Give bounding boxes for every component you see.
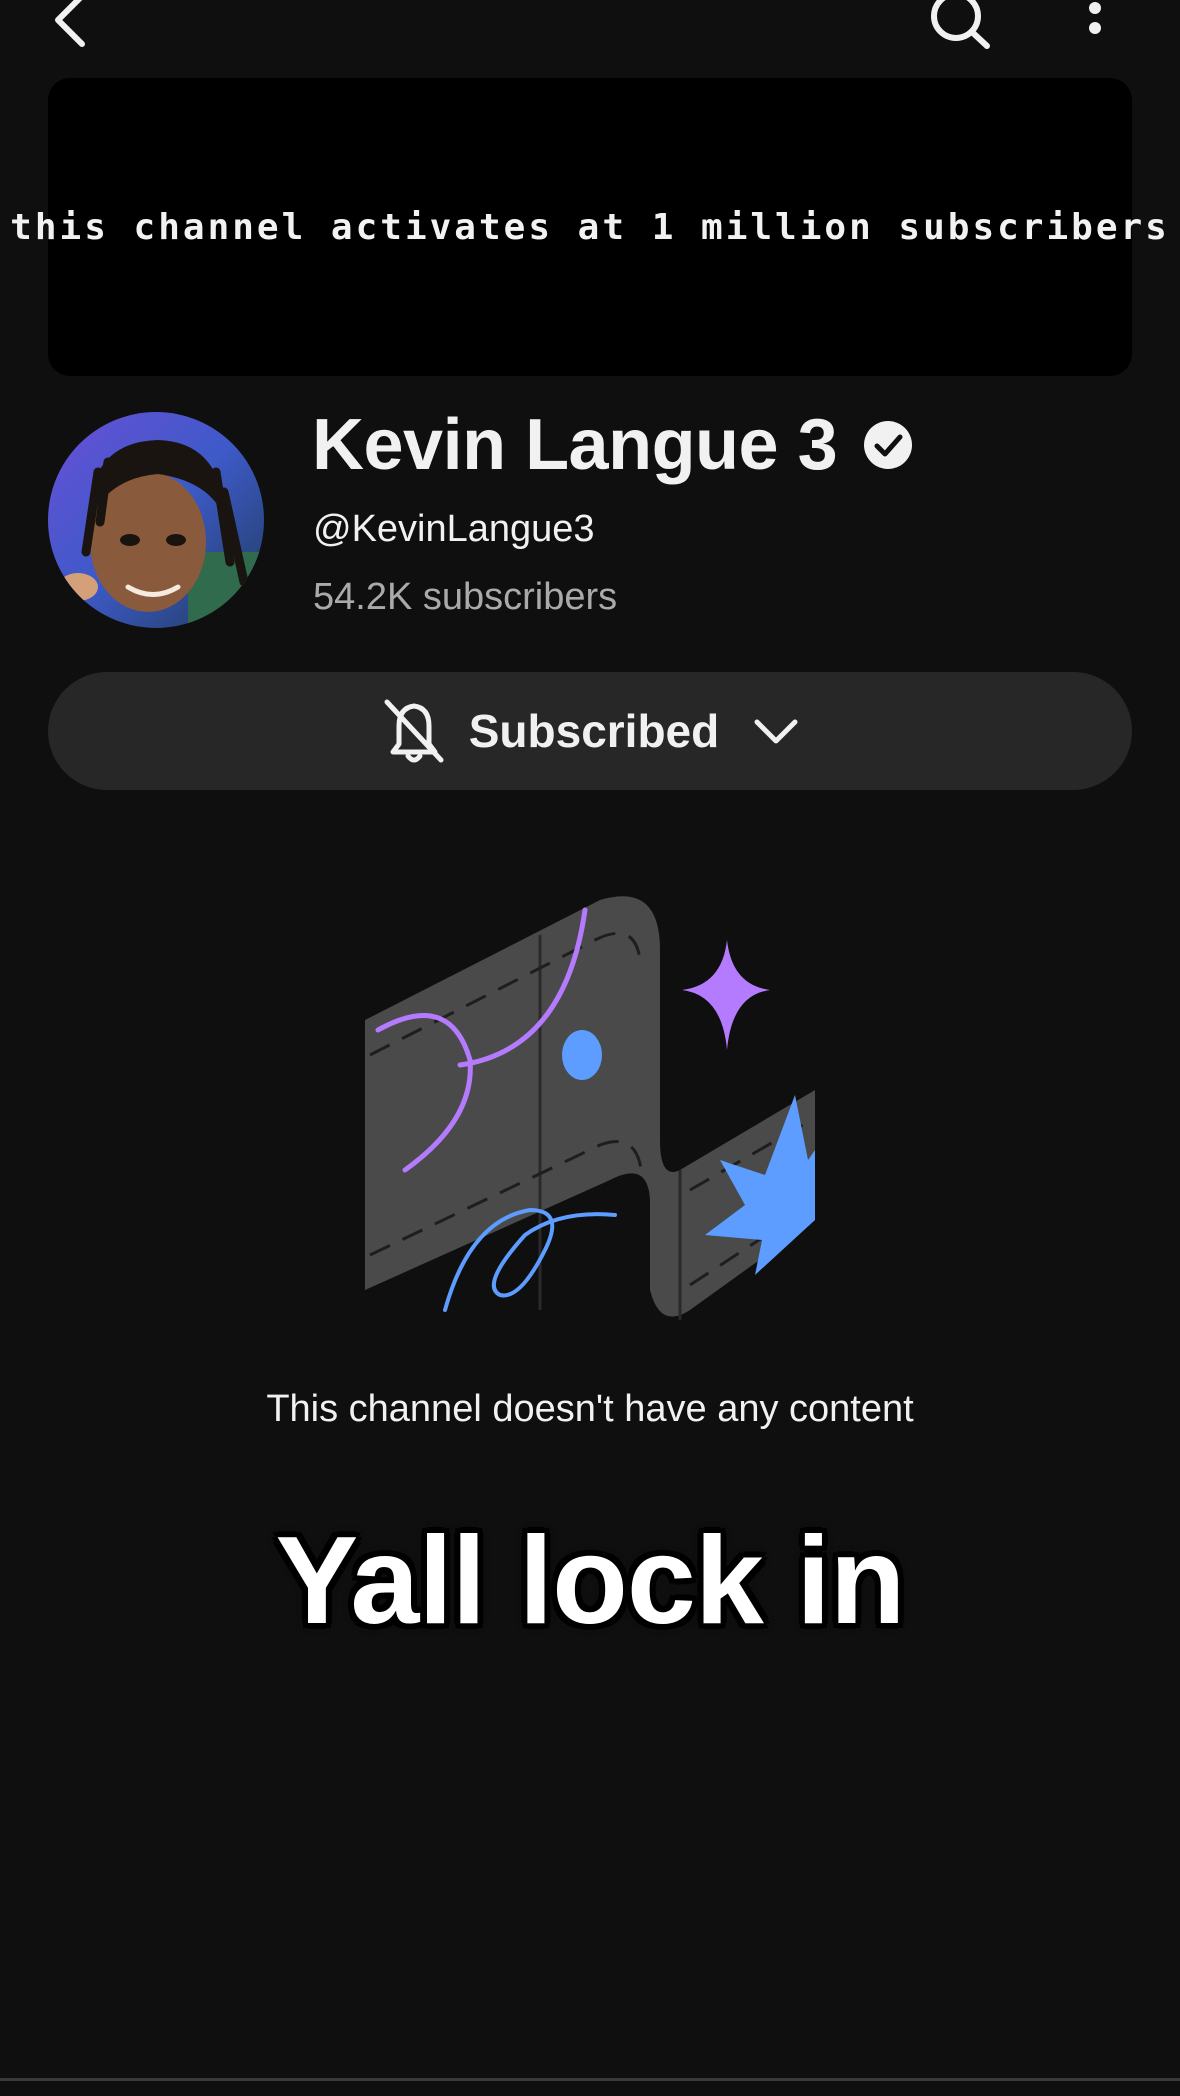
overlay-caption: Yall lock in — [275, 1512, 906, 1650]
subscribed-label: Subscribed — [468, 705, 720, 757]
bell-off-icon — [384, 699, 444, 763]
channel-avatar[interactable] — [48, 412, 264, 628]
top-app-bar — [0, 0, 1180, 60]
more-options-button[interactable] — [1075, 0, 1115, 58]
search-button[interactable] — [925, 0, 995, 58]
channel-name-row: Kevin Langue 3 — [312, 400, 913, 490]
chevron-down-icon — [754, 719, 798, 744]
empty-state-message: This channel doesn't have any content — [266, 1388, 914, 1430]
subscribed-button[interactable]: Subscribed — [48, 672, 1132, 790]
empty-state-illustration — [360, 890, 820, 1330]
search-icon — [931, 0, 990, 49]
channel-banner: this channel activates at 1 million subs… — [10, 78, 1167, 376]
bottom-divider — [0, 2078, 1180, 2081]
more-vertical-icon — [1089, 2, 1101, 34]
subscriber-count: 54.2K subscribers — [313, 576, 618, 618]
verified-check-icon — [864, 421, 913, 469]
banner-text: this channel activates at 1 million subs… — [10, 206, 1170, 248]
channel-handle: @KevinLangue3 — [313, 508, 595, 550]
chevron-left-icon — [55, 0, 85, 47]
back-button[interactable] — [40, 0, 100, 50]
channel-name: Kevin Langue 3 — [312, 405, 838, 485]
